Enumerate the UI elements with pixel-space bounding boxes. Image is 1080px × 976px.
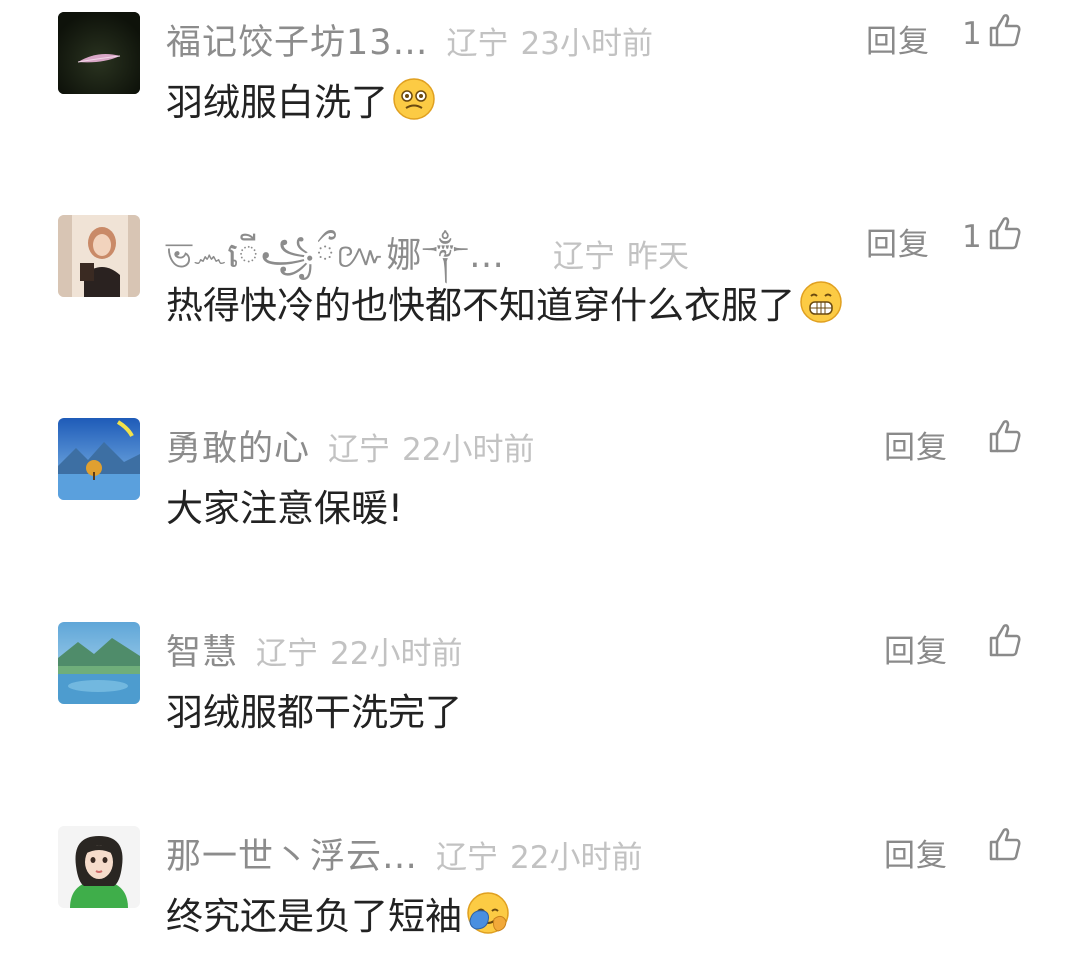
timestamp: 22小时前 [330, 636, 463, 672]
comment-text: 大家注意保暖! [166, 478, 403, 532]
timestamp: 昨天 [627, 239, 689, 275]
comment-meta: 福记饺子坊13… 辽宁 23小时前 [166, 14, 653, 63]
location: 辽宁 [446, 26, 509, 62]
comment-text: 羽绒服白洗了 [166, 72, 436, 126]
reply-button[interactable]: 回复 [884, 830, 948, 875]
thumbs-up-icon[interactable] [988, 622, 1022, 658]
location: 辽宁 [553, 239, 615, 275]
comment-item: 那一世丶浮云… 辽宁 22小时前 回复 终究还是负了短袖 [0, 826, 1080, 976]
comment-body: 羽绒服白洗了 [166, 81, 388, 124]
thumbs-up-icon[interactable] [988, 215, 1022, 251]
comment-item: 福记饺子坊13… 辽宁 23小时前 回复 1 羽绒服白洗了 [0, 12, 1080, 162]
reply-button[interactable]: 回复 [866, 16, 930, 61]
reply-button[interactable]: 回复 [884, 626, 948, 671]
grinning-face-emoji [799, 280, 843, 324]
avatar[interactable] [58, 418, 140, 500]
comment-item: 智慧 辽宁 22小时前 回复 羽绒服都干洗完了 [0, 622, 1080, 772]
username[interactable]: 智慧 [166, 624, 238, 675]
timestamp: 22小时前 [402, 432, 535, 468]
avatar[interactable] [58, 215, 140, 297]
like-count: 1 [962, 219, 982, 255]
comment-meta: ভ෴ើ꧁ྀ៚娜༒… 辽宁 昨天 [166, 217, 689, 276]
comment-text: 热得快冷的也快都不知道穿什么衣服了 [166, 275, 843, 329]
comment-meta: 勇敢的心 辽宁 22小时前 [166, 420, 534, 469]
username[interactable]: 勇敢的心 [166, 420, 310, 471]
avatar[interactable] [58, 12, 140, 94]
username[interactable]: 那一世丶浮云… [166, 828, 418, 879]
thumbs-up-icon[interactable] [988, 12, 1022, 48]
comment-body: 大家注意保暖! [166, 487, 403, 530]
thumbs-up-icon[interactable] [988, 826, 1022, 862]
comment-meta: 那一世丶浮云… 辽宁 22小时前 [166, 828, 642, 877]
comment-meta: 智慧 辽宁 22小时前 [166, 624, 462, 673]
comment-text: 羽绒服都干洗完了 [166, 682, 462, 736]
comment-item: 勇敢的心 辽宁 22小时前 回复 大家注意保暖! [0, 418, 1080, 568]
timestamp: 22小时前 [510, 840, 643, 876]
location: 辽宁 [436, 840, 499, 876]
like-count: 1 [962, 16, 982, 52]
comment-body: 热得快冷的也快都不知道穿什么衣服了 [166, 284, 795, 327]
woozy-face-emoji [392, 77, 436, 121]
comment-item: ভ෴ើ꧁ྀ៚娜༒… 辽宁 昨天 回复 1 热得快冷的也快都不知道穿什么衣服了 [0, 215, 1080, 365]
location: 辽宁 [256, 636, 319, 672]
avatar[interactable] [58, 622, 140, 704]
thumbs-up-icon[interactable] [988, 418, 1022, 454]
comment-text: 终究还是负了短袖 [166, 886, 510, 940]
reply-button[interactable]: 回复 [884, 422, 948, 467]
avatar[interactable] [58, 826, 140, 908]
facepalm-emoji [466, 891, 510, 935]
comment-body: 终究还是负了短袖 [166, 895, 462, 938]
reply-button[interactable]: 回复 [866, 219, 930, 264]
location: 辽宁 [328, 432, 391, 468]
comment-body: 羽绒服都干洗完了 [166, 691, 462, 734]
username[interactable]: 福记饺子坊13… [166, 14, 429, 65]
timestamp: 23小时前 [520, 26, 653, 62]
